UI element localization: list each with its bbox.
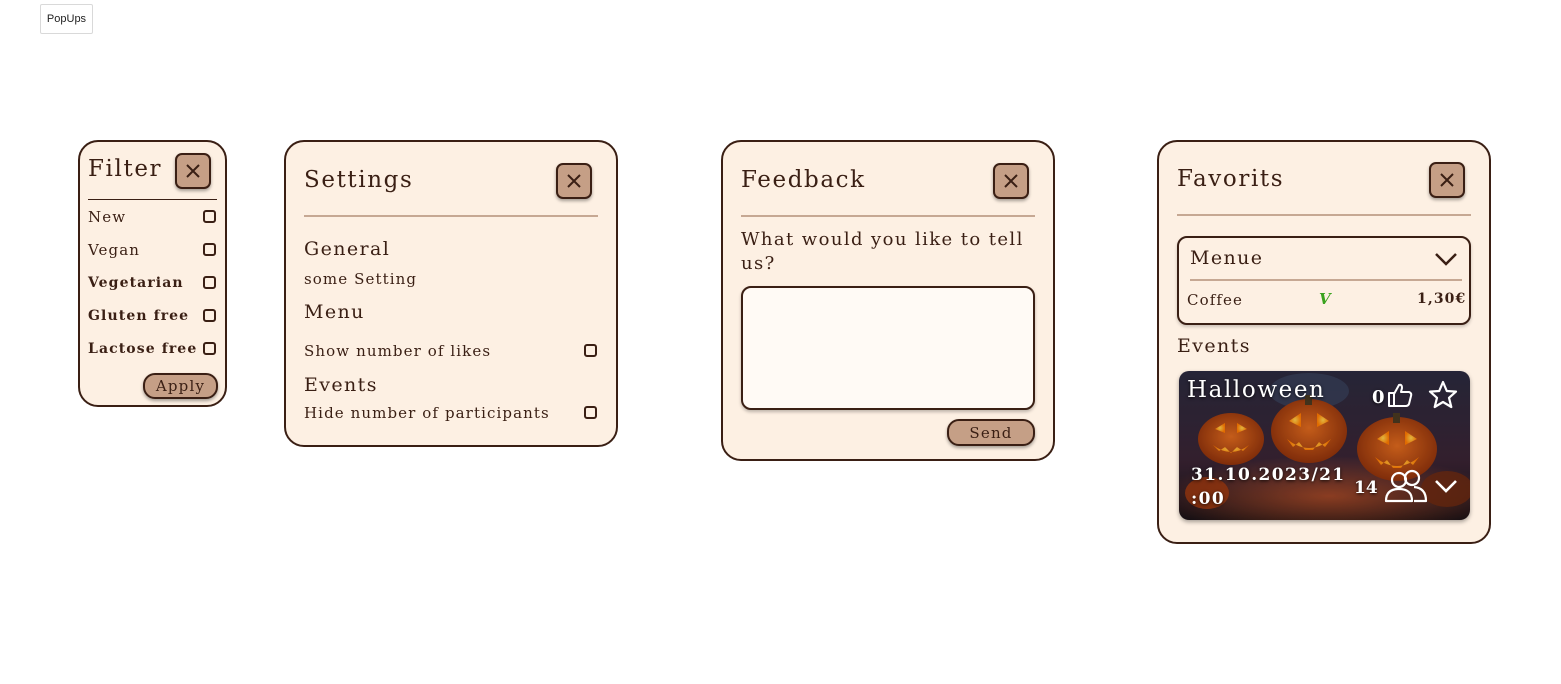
settings-events-heading: Events — [304, 374, 378, 396]
feedback-send-button[interactable]: Send — [947, 419, 1035, 446]
settings-show-likes-checkbox[interactable] — [584, 344, 597, 357]
filter-popup: Filter New Vegan Vegetarian Gluten free … — [78, 140, 227, 407]
favorits-title: Favorits — [1177, 166, 1285, 192]
settings-menu-heading: Menu — [304, 301, 365, 323]
filter-option-new-label: New — [88, 208, 127, 226]
feedback-popup: Feedback What would you like to tell us?… — [721, 140, 1055, 461]
favorits-popup: Favorits Menue Coffee V 1,30€ Events Hal… — [1157, 140, 1491, 544]
favorits-close-button[interactable] — [1429, 162, 1465, 198]
settings-general-heading: General — [304, 238, 391, 260]
filter-option-lactose-free-checkbox[interactable] — [203, 342, 216, 355]
chevron-down-icon[interactable] — [1433, 477, 1459, 495]
filter-option-vegetarian-label: Vegetarian — [88, 275, 184, 291]
menu-item-vegan-tag: V — [1319, 290, 1332, 308]
filter-close-button[interactable] — [175, 153, 211, 189]
filter-option-gluten-free-checkbox[interactable] — [203, 309, 216, 322]
settings-hide-participants-label: Hide number of participants — [304, 404, 550, 422]
feedback-title: Feedback — [741, 167, 866, 193]
menu-card-title: Menue — [1190, 247, 1264, 269]
feedback-question: What would you like to tell us? — [741, 229, 1024, 274]
settings-hide-participants-checkbox[interactable] — [584, 406, 597, 419]
menu-card-divider — [1190, 279, 1462, 281]
event-participant-count: 14 — [1354, 478, 1378, 498]
participants-icon — [1384, 469, 1428, 503]
event-like-count: 0 — [1372, 387, 1385, 408]
chevron-down-icon[interactable] — [1434, 251, 1458, 267]
filter-apply-button[interactable]: Apply — [143, 373, 218, 399]
close-icon — [1440, 173, 1454, 187]
settings-general-item: some Setting — [304, 270, 418, 288]
feedback-close-button[interactable] — [993, 163, 1029, 199]
favorits-menu-card: Menue Coffee V 1,30€ — [1177, 236, 1471, 325]
settings-title: Settings — [304, 167, 414, 193]
filter-title: Filter — [88, 156, 163, 182]
settings-divider — [304, 215, 598, 217]
event-date-line2: :00 — [1191, 489, 1226, 509]
event-name: Halloween — [1187, 377, 1326, 403]
event-card[interactable]: Halloween 0 31.10.2023/21 :00 14 — [1179, 371, 1470, 520]
thumbs-up-icon[interactable] — [1386, 381, 1414, 409]
filter-option-vegan-label: Vegan — [88, 241, 141, 259]
feedback-textarea[interactable] — [741, 286, 1035, 410]
favorits-divider — [1177, 214, 1471, 216]
filter-option-gluten-free-label: Gluten free — [88, 308, 190, 324]
filter-option-new-checkbox[interactable] — [203, 210, 216, 223]
filter-divider — [88, 199, 217, 200]
close-icon — [567, 174, 581, 188]
filter-option-lactose-free-label: Lactose free — [88, 341, 198, 357]
favorits-events-heading: Events — [1177, 335, 1251, 357]
close-icon — [1004, 174, 1018, 188]
settings-show-likes-label: Show number of likes — [304, 342, 492, 360]
menu-item-name: Coffee — [1187, 291, 1243, 309]
filter-option-vegetarian-checkbox[interactable] — [203, 276, 216, 289]
event-date-line1: 31.10.2023/21 — [1191, 465, 1346, 485]
settings-popup: Settings General some Setting Menu Show … — [284, 140, 618, 447]
menu-item-price: 1,30€ — [1417, 291, 1467, 307]
page-tag: PopUps — [40, 4, 93, 34]
star-icon[interactable] — [1427, 379, 1459, 411]
feedback-divider — [741, 215, 1035, 217]
filter-option-vegan-checkbox[interactable] — [203, 243, 216, 256]
close-icon — [186, 164, 200, 178]
settings-close-button[interactable] — [556, 163, 592, 199]
